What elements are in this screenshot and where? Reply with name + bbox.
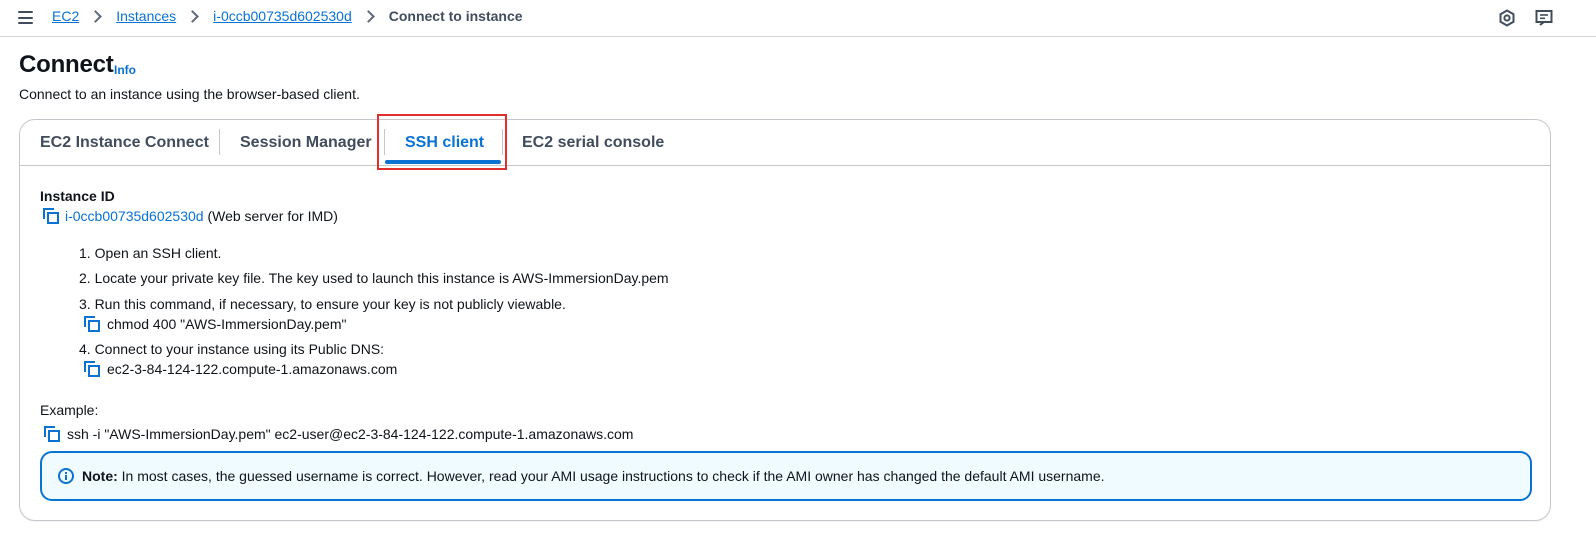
tab-ec2-serial-console[interactable]: EC2 serial console	[522, 134, 664, 152]
note-text: Note: In most cases, the guessed usernam…	[82, 468, 1105, 484]
instance-id-label: Instance ID	[40, 188, 115, 204]
chevron-right-icon	[361, 9, 375, 23]
breadcrumb-ec2[interactable]: EC2	[52, 8, 79, 24]
breadcrumb-current: Connect to instance	[388, 8, 523, 24]
tab-ec2-instance-connect[interactable]: EC2 Instance Connect	[40, 134, 209, 152]
copy-icon[interactable]	[84, 316, 100, 332]
info-icon	[58, 468, 74, 484]
feedback-icon[interactable]	[1535, 9, 1553, 27]
connect-container: EC2 Instance Connect Session Manager SSH…	[19, 114, 1551, 521]
tab-bar: EC2 Instance Connect Session Manager SSH…	[20, 114, 1550, 170]
breadcrumb-instances[interactable]: Instances	[116, 8, 176, 24]
step-3: 3. Run this command, if necessary, to en…	[79, 296, 566, 312]
step-1: 1. Open an SSH client.	[79, 245, 222, 261]
note-bold: Note:	[82, 468, 118, 484]
tab-session-manager[interactable]: Session Manager	[240, 134, 372, 152]
highlight-box	[377, 114, 507, 170]
copy-icon[interactable]	[43, 208, 59, 224]
chmod-command: chmod 400 "AWS-ImmersionDay.pem"	[107, 316, 347, 332]
copy-icon[interactable]	[44, 426, 60, 442]
chevron-right-icon	[186, 9, 200, 23]
example-command: ssh -i "AWS-ImmersionDay.pem" ec2-user@e…	[67, 426, 634, 442]
top-navigation-bar: EC2 Instances i-0ccb00735d602530d Connec…	[0, 0, 1596, 37]
public-dns: ec2-3-84-124-122.compute-1.amazonaws.com	[107, 361, 398, 377]
note-alert: Note: In most cases, the guessed usernam…	[40, 451, 1532, 501]
breadcrumb-instance-id[interactable]: i-0ccb00735d602530d	[213, 8, 352, 24]
copy-icon[interactable]	[84, 361, 100, 377]
page-description: Connect to an instance using the browser…	[19, 86, 360, 102]
tab-divider	[219, 129, 220, 155]
info-link[interactable]: Info	[114, 63, 136, 77]
instance-name: (Web server for IMD)	[207, 208, 338, 224]
chevron-right-icon	[89, 9, 103, 23]
breadcrumb: EC2 Instances i-0ccb00735d602530d Connec…	[52, 8, 523, 24]
instance-id-row: i-0ccb00735d602530d (Web server for IMD)	[65, 208, 338, 224]
page-title: Connect	[19, 51, 114, 78]
menu-icon[interactable]	[18, 11, 33, 24]
step-2: 2. Locate your private key file. The key…	[79, 270, 669, 286]
note-body: In most cases, the guessed username is c…	[117, 468, 1105, 484]
step-4: 4. Connect to your instance using its Pu…	[79, 341, 385, 357]
settings-icon[interactable]	[1498, 9, 1516, 27]
instance-id-link[interactable]: i-0ccb00735d602530d	[65, 208, 204, 224]
example-label: Example:	[40, 402, 99, 418]
